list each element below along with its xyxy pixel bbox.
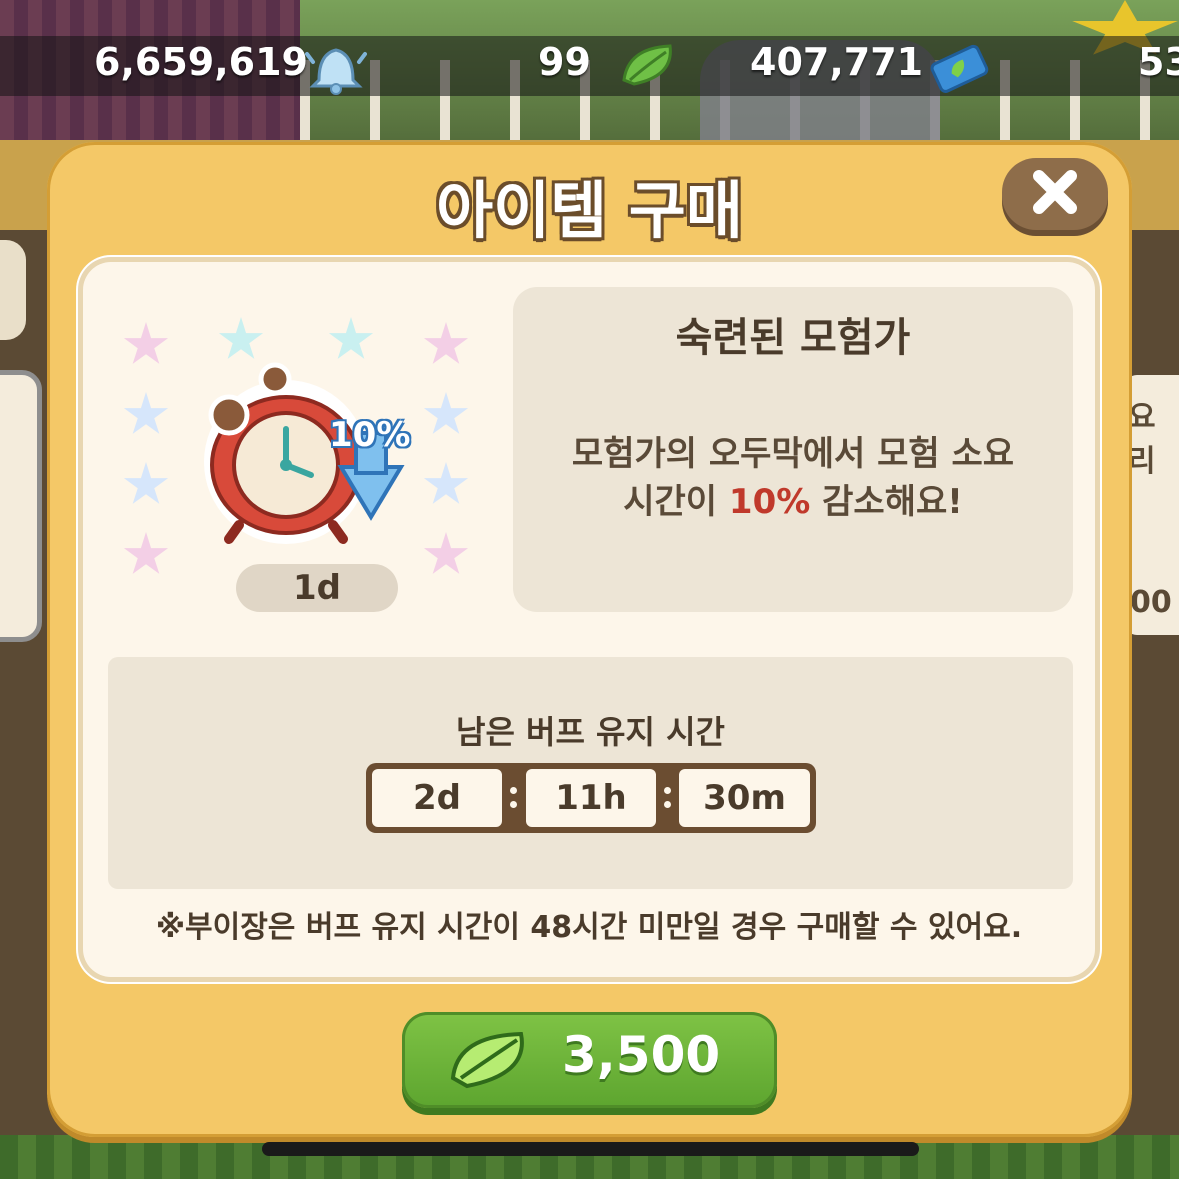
background-card-left <box>0 370 42 642</box>
bell-icon[interactable] <box>305 40 367 100</box>
alarm-clock-icon <box>191 357 411 561</box>
discount-badge: 10% <box>329 415 411 455</box>
ticket-icon[interactable] <box>928 40 990 100</box>
background-tab <box>0 240 26 340</box>
star-icon <box>123 462 169 504</box>
star-icon <box>423 392 469 434</box>
buy-button[interactable]: 3,500 <box>402 1012 777 1108</box>
currency-bar: 6,659,619 99 407,771 53 <box>0 36 1179 96</box>
description-prefix: 시간이 <box>623 482 729 522</box>
timer-separator <box>662 773 672 823</box>
tickets-amount: 407,771 <box>750 40 924 84</box>
description-suffix: 감소해요! <box>810 482 963 522</box>
item-purchase-popup: 아이템 구매 10% 1d 숙련된 모험가 모험가의 오두막에서 모험 소요 시… <box>47 142 1132 1137</box>
star-icon <box>423 532 469 574</box>
star-icon <box>423 322 469 364</box>
item-description-box: 숙련된 모험가 모험가의 오두막에서 모험 소요 시간이 10% 감소해요! <box>513 287 1073 612</box>
timer-hours: 11h <box>526 769 656 827</box>
item-card: 10% 1d <box>103 277 503 637</box>
buy-price: 3,500 <box>562 1026 721 1084</box>
purchase-notice: ※부이장은 버프 유지 시간이 48시간 미만일 경우 구매할 수 있어요. <box>155 910 1023 945</box>
star-icon <box>123 532 169 574</box>
close-button[interactable] <box>1002 158 1108 230</box>
buff-timer-box: 남은 버프 유지 시간 2d 11h 30m <box>108 657 1073 889</box>
background-card-price: 00 <box>1130 585 1172 620</box>
timer-days: 2d <box>372 769 502 827</box>
leaves-amount: 99 <box>538 40 591 84</box>
leaf-icon[interactable] <box>620 40 680 94</box>
buff-timer-label: 남은 버프 유지 시간 <box>456 713 725 751</box>
bells-amount: 6,659,619 <box>94 40 308 84</box>
leaf-icon <box>447 1026 537 1096</box>
popup-title: 아이템 구매 <box>436 174 743 247</box>
description-highlight: 10% <box>728 482 811 522</box>
item-name: 숙련된 모험가 <box>675 315 911 361</box>
item-detail-panel: 10% 1d 숙련된 모험가 모험가의 오두막에서 모험 소요 시간이 10% … <box>83 262 1095 977</box>
description-line-2: 시간이 10% 감소해요! <box>513 478 1073 526</box>
star-icon <box>423 462 469 504</box>
star-icon <box>123 392 169 434</box>
timer-minutes: 30m <box>679 769 810 827</box>
item-duration-badge: 1d <box>236 564 398 612</box>
star-icon <box>123 322 169 364</box>
home-indicator[interactable] <box>262 1142 919 1156</box>
close-icon <box>1027 164 1083 224</box>
description-line-1: 모험가의 오두막에서 모험 소요 <box>571 434 1015 474</box>
background-card-label: 요리 <box>1128 400 1156 479</box>
other-currency-amount: 53 <box>1138 40 1179 84</box>
timer-separator <box>508 773 518 823</box>
item-description: 모험가의 오두막에서 모험 소요 시간이 10% 감소해요! <box>513 430 1073 526</box>
buff-timer: 2d 11h 30m <box>366 763 816 833</box>
